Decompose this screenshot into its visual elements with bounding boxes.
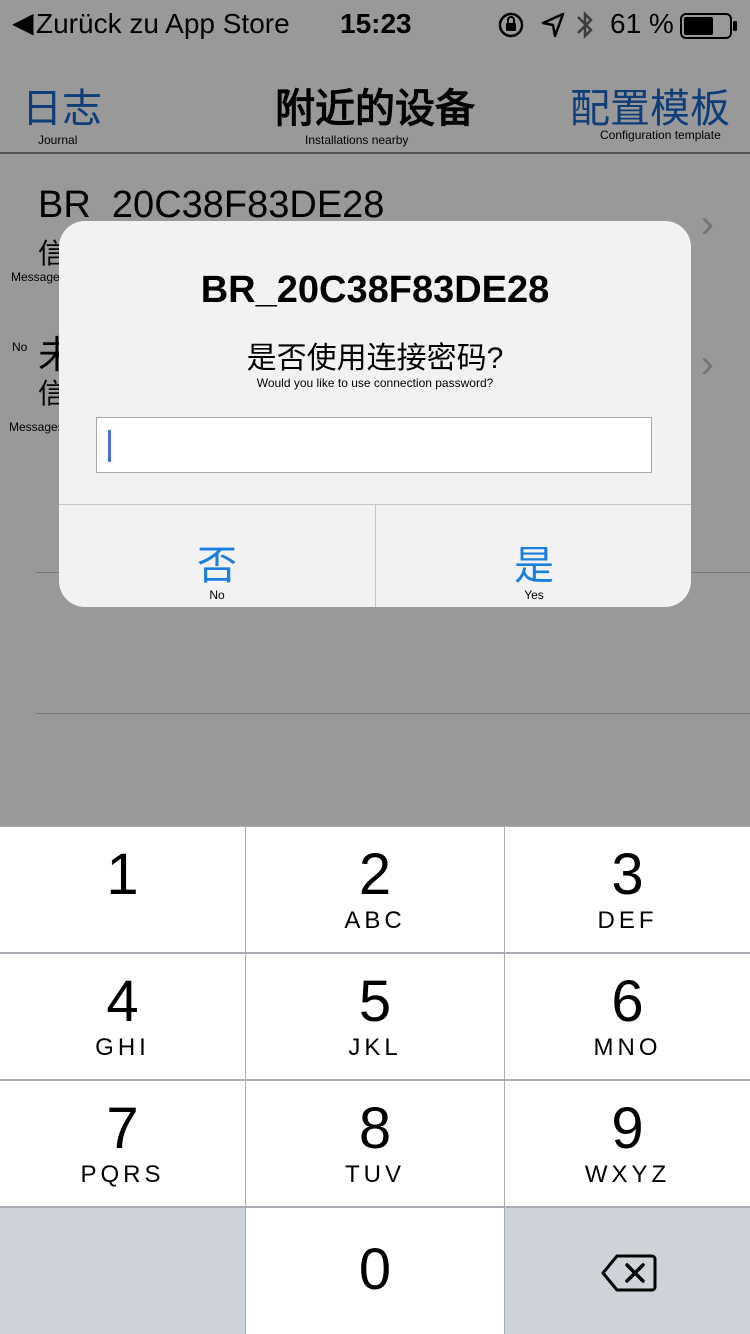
key-digit: 6 <box>611 969 644 1034</box>
key-0[interactable]: 0 <box>246 1208 504 1334</box>
yes-button-caption: Yes <box>524 588 544 602</box>
key-5[interactable]: 5 JKL <box>246 954 504 1079</box>
yes-button[interactable]: 是 Yes <box>376 505 691 607</box>
key-1[interactable]: 1 <box>0 827 245 952</box>
key-digit: 1 <box>106 842 139 907</box>
key-digit: 2 <box>358 842 392 907</box>
key-letters: MNO <box>593 1034 662 1061</box>
key-letters: TUV <box>345 1161 405 1188</box>
no-button[interactable]: 否 No <box>59 505 375 607</box>
no-button-caption: No <box>209 588 225 602</box>
alert-message-caption: Would you like to use connection passwor… <box>256 376 494 390</box>
alert-title: BR_20C38F83DE28 <box>200 269 550 311</box>
key-4[interactable]: 4 GHI <box>0 954 245 1079</box>
alert-message: 是否使用连接密码? <box>246 342 504 375</box>
key-digit: 5 <box>358 969 392 1034</box>
key-letters: GHI <box>95 1034 150 1061</box>
key-letters: PQRS <box>80 1161 165 1188</box>
key-digit: 3 <box>611 842 644 907</box>
key-letters: JKL <box>348 1034 402 1061</box>
key-digit: 9 <box>611 1096 644 1161</box>
password-alert-dialog: BR_20C38F83DE28 是否使用连接密码? Would you like… <box>59 221 691 607</box>
key-7[interactable]: 7 PQRS <box>0 1081 245 1206</box>
key-digit: 7 <box>106 1096 139 1161</box>
key-digit: 0 <box>358 1237 392 1302</box>
key-2[interactable]: 2 ABC <box>246 827 504 952</box>
yes-button-label: 是 <box>514 544 554 588</box>
key-6[interactable]: 6 MNO <box>505 954 750 1079</box>
key-digit: 4 <box>106 969 139 1034</box>
key-letters: WXYZ <box>584 1161 671 1188</box>
backspace-icon <box>601 1253 657 1298</box>
key-blank <box>0 1208 245 1334</box>
key-8[interactable]: 8 TUV <box>246 1081 504 1206</box>
key-letters: DEF <box>597 907 658 934</box>
text-cursor <box>108 430 111 462</box>
password-input[interactable] <box>96 417 652 473</box>
key-letters: ABC <box>344 907 406 934</box>
key-9[interactable]: 9 WXYZ <box>505 1081 750 1206</box>
delete-key[interactable] <box>505 1208 750 1334</box>
key-3[interactable]: 3 DEF <box>505 827 750 952</box>
no-button-label: 否 <box>197 544 237 588</box>
key-digit: 8 <box>358 1096 392 1161</box>
numeric-keypad: 1 2 ABC 3 DEF 4 GHI 5 JKL 6 MNO 7 PQRS 8… <box>0 826 750 1334</box>
